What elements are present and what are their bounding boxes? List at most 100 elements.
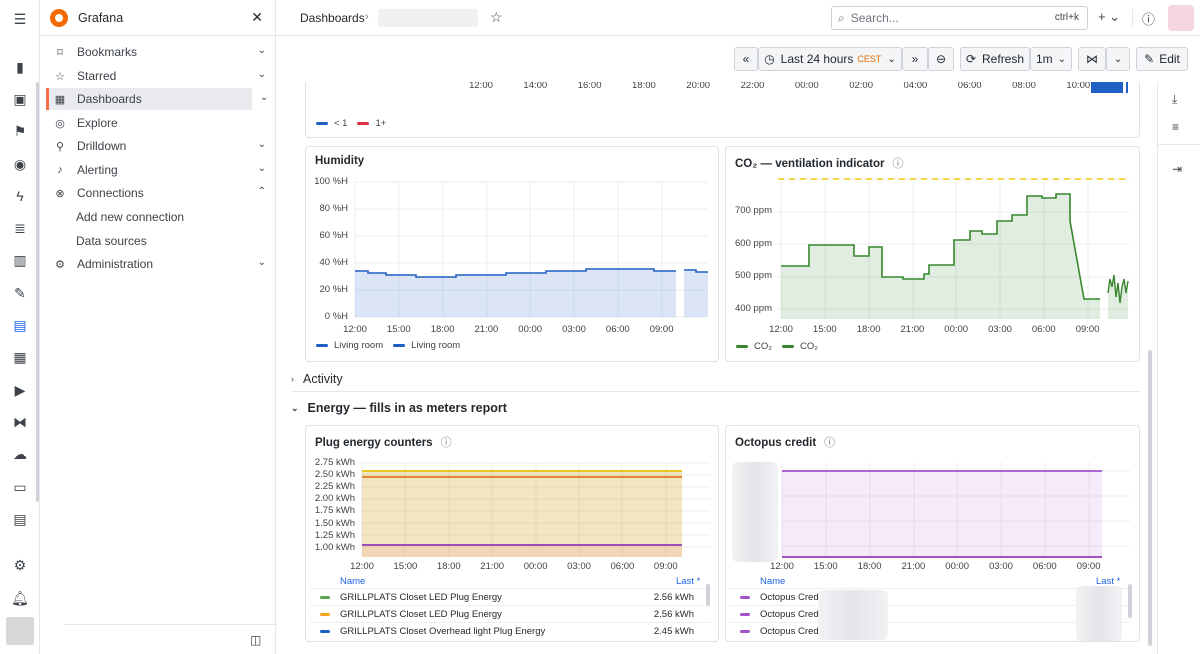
wrench-icon[interactable]: ✎ (10, 283, 30, 303)
table-header-name[interactable]: Name (340, 576, 365, 587)
flag-icon[interactable]: ⚑ (10, 121, 30, 141)
edit-button[interactable]: ✎ Edit (1136, 47, 1188, 71)
nav-item-label: Drilldown (77, 139, 127, 153)
time-picker-button[interactable]: ◷ Last 24 hours CEST ⌄ (758, 47, 902, 71)
series-swatch (740, 612, 750, 616)
nav-item-starred[interactable]: ☆ Starred ⌄ (46, 65, 292, 87)
nav-item-bookmarks[interactable]: ⌑ Bookmarks ⌄ (46, 41, 292, 63)
x-tick-label: 22:00 (740, 82, 765, 91)
outline-icon[interactable]: ≡ (1172, 120, 1179, 134)
dashboard-canvas: 12:00 14:00 16:00 18:00 20:00 22:00 00:00 02:00… (277, 82, 1149, 654)
x-tick-label: 10:00 (1066, 82, 1091, 91)
page-scrollbar[interactable] (1148, 350, 1152, 646)
nav-subitem-add-connection[interactable]: Add new connection (76, 210, 184, 224)
legend-item[interactable]: Living room (334, 340, 383, 351)
media-icon[interactable]: ▶ (10, 380, 30, 400)
table-scrollbar[interactable] (706, 584, 710, 606)
chevron-down-icon[interactable]: ⌄ (258, 163, 266, 174)
share-button[interactable]: ⋈ (1078, 47, 1106, 71)
nav-item-administration[interactable]: ⚙ Administration ⌄ (46, 253, 292, 275)
avatar[interactable] (6, 617, 34, 645)
dashboards-icon[interactable]: ▤ (10, 315, 30, 335)
share-icon: ⋈ (1086, 52, 1098, 66)
nav-item-alerting[interactable]: ♪ Alerting ⌄ (46, 159, 292, 181)
row-activity[interactable]: › Activity (291, 372, 343, 386)
row-energy[interactable]: ⌄ Energy — fills in as meters report (291, 401, 507, 415)
help-icon[interactable]: ⓘ (1142, 9, 1155, 28)
add-icon[interactable]: + ⌄ (1098, 9, 1120, 25)
close-icon[interactable]: ✕ (251, 9, 263, 26)
chevron-down-icon[interactable]: ⌄ (258, 69, 266, 80)
series-name: GRILLPLATS Closet LED Plug Energy (340, 591, 502, 603)
breadcrumb[interactable]: Dashboards (300, 11, 365, 25)
nav-item-explore[interactable]: ◎ Explore (46, 112, 292, 134)
legend-swatch (316, 122, 328, 125)
legend-item[interactable]: < 1 (334, 118, 347, 129)
table-row[interactable]: Octopus Credi (730, 622, 1130, 639)
refresh-button[interactable]: ⟳ Refresh (960, 47, 1030, 71)
table-row[interactable]: Octopus Credi (730, 588, 1130, 605)
table-row[interactable]: GRILLPLATS Closet LED Plug Energy 2.56 k… (310, 605, 710, 622)
chevron-down-icon[interactable]: ⌄ (258, 45, 266, 56)
share-dropdown-button[interactable]: ⌄ (1106, 47, 1130, 71)
time-forward-button[interactable]: » (902, 47, 928, 71)
table-row[interactable]: GRILLPLATS Closet LED Plug Energy 2.56 k… (310, 588, 710, 605)
search-input[interactable]: ⌕ Search... ctrl+k (831, 6, 1088, 30)
clipboard-icon[interactable]: ▤ (10, 509, 30, 529)
chevron-down-icon[interactable]: ⌄ (260, 92, 268, 103)
chart-bar-icon[interactable]: ▥ (10, 250, 30, 270)
inbox-icon[interactable]: ▣ (10, 89, 30, 109)
refresh-interval: 1m (1035, 52, 1053, 66)
table-row[interactable]: Octopus Credi (730, 605, 1130, 622)
table-header-name[interactable]: Name (760, 576, 785, 587)
refresh-interval-picker[interactable]: 1m ⌄ (1030, 47, 1072, 71)
table-row[interactable]: GRILLPLATS Closet Overhead light Plug En… (310, 622, 710, 639)
chevron-down-icon[interactable]: ⌄ (258, 257, 266, 268)
legend-item[interactable]: CO₂ (800, 341, 818, 352)
zoom-out-icon: ⊖ (935, 52, 947, 66)
user-avatar[interactable] (1168, 5, 1194, 31)
rail-scrollbar[interactable] (36, 82, 39, 502)
menu-icon[interactable]: ☰ (10, 9, 30, 29)
table-scrollbar[interactable] (1128, 584, 1132, 618)
cloud-icon[interactable]: ☁ (10, 444, 30, 464)
series-swatch (740, 629, 750, 633)
bell-icon[interactable]: 🔔︎ (10, 588, 30, 608)
rocket-icon[interactable]: ◉ (10, 154, 30, 174)
zoom-out-button[interactable]: ⊖ (928, 47, 954, 71)
star-icon[interactable]: ☆ (490, 9, 503, 26)
dock-menu-icon[interactable]: ◫ (250, 633, 261, 647)
table-header-last[interactable]: Last * (676, 576, 700, 587)
storefront-icon[interactable]: ▦ (10, 347, 30, 367)
legend-item[interactable]: Living room (411, 340, 460, 351)
vscode-icon[interactable]: ⧓ (10, 412, 30, 432)
chevron-down-icon[interactable]: ⌄ (258, 139, 266, 150)
terminal-icon[interactable]: ▭ (10, 477, 30, 497)
add-panel-icon[interactable]: ⤓ (1172, 92, 1177, 107)
gear-icon[interactable]: ⚙ (10, 555, 30, 575)
nav-item-drilldown[interactable]: ⚲ Drilldown ⌄ (46, 135, 292, 157)
list-icon[interactable]: ≣ (10, 218, 30, 238)
octopus-credit-panel[interactable]: Octopus credit ⓘ 12:00 15:00 18:00 21:00 00:0… (725, 425, 1140, 642)
series-name: Octopus Credi (760, 591, 821, 603)
nav-header: Grafana ✕ (40, 0, 275, 36)
search-icon: ⌕ (838, 10, 845, 25)
chevron-up-icon[interactable]: ⌃ (258, 186, 266, 197)
chevron-down-icon: ⌄ (1057, 53, 1067, 65)
nav-subitem-data-sources[interactable]: Data sources (76, 234, 147, 248)
co2-panel[interactable]: CO₂ — ventilation indicator ⓘ 700 ppm 600 … (725, 146, 1140, 362)
right-sidebar: ⤓ ≡ ⇥ (1157, 82, 1200, 654)
edit-label: Edit (1159, 52, 1180, 66)
legend-item[interactable]: 1+ (375, 118, 386, 129)
plug-energy-panel[interactable]: Plug energy counters ⓘ 2.75 kWh 2.50 kWh 2.… (305, 425, 719, 642)
time-back-button[interactable]: « (734, 47, 758, 71)
legend-item[interactable]: CO₂ (754, 341, 772, 352)
nav-item-label: Explore (77, 116, 118, 130)
nav-item-dashboards[interactable]: ▦ Dashboards (46, 88, 252, 110)
humidity-panel[interactable]: Humidity 100 %H 80 %H 60 %H 40 %H 20 %H 0 %H … (305, 146, 719, 362)
collapse-sidebar-icon[interactable]: ⇥ (1172, 162, 1182, 176)
mobile-icon[interactable]: ▮ (10, 57, 30, 77)
nav-item-connections[interactable]: ⊗ Connections ⌃ (46, 182, 292, 204)
bolt-icon[interactable]: ϟ (10, 186, 30, 206)
status-timeline-panel[interactable]: 12:00 14:00 16:00 18:00 20:00 22:00 00:00 02:00… (305, 82, 1140, 138)
